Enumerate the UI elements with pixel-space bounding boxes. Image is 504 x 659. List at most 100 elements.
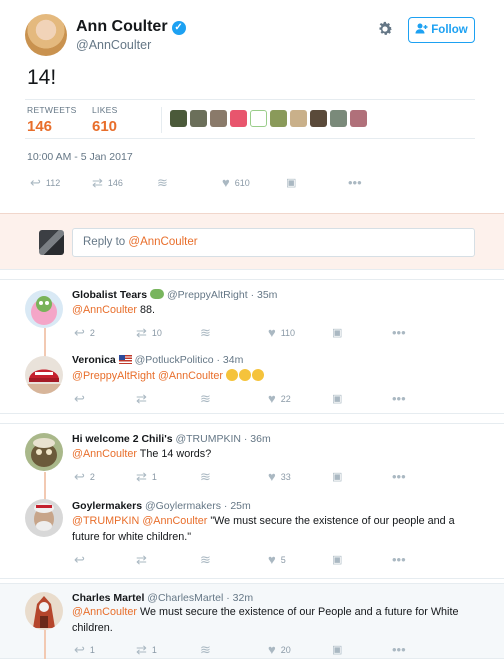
retweet-action[interactable]: ⇄ 146 [92,176,123,190]
author-avatar[interactable] [25,14,67,56]
more-action[interactable]: ••• [392,553,406,567]
author-handle[interactable]: @AnnCoulter [76,38,151,52]
reply-author-handle[interactable]: @Goylermakers [145,500,221,512]
frog-emoji-icon [150,289,165,299]
reply-author-handle[interactable]: @PreppyAltRight [167,289,248,301]
separator: · [223,500,228,512]
retweet-action[interactable]: ⇄ 1 [136,643,157,657]
more-action[interactable]: ••• [392,470,406,484]
reply-avatar[interactable] [25,290,63,328]
reply-avatar[interactable] [25,592,63,630]
retweet-action[interactable]: ⇄ [136,553,147,567]
likes-label: LIKES [92,105,118,115]
reply-time[interactable]: 35m [257,289,277,301]
retweet-action[interactable]: ⇄ [136,392,147,406]
like-action[interactable]: ♥ 110 [268,326,295,340]
liker-avatar[interactable] [330,110,347,127]
thread-line [44,630,46,659]
like-action[interactable]: ♥ 610 [222,176,250,190]
reply-time[interactable]: 36m [250,433,270,445]
reply-action[interactable]: ↩ [74,392,85,406]
reply-mention[interactable]: @AnnCoulter [72,304,137,316]
retweet-action[interactable]: ⇄ 10 [136,326,162,340]
reply-action[interactable]: ↩ 1 [74,643,95,657]
tweet-timestamp[interactable]: 10:00 AM - 5 Jan 2017 [27,151,133,163]
reply-count: 1 [89,645,95,655]
heart-icon: ♥ [268,469,276,484]
collection-action[interactable]: ≋ [200,643,211,657]
reply-time[interactable]: 25m [230,500,250,512]
reply-author-handle[interactable]: @CharlesMartel [147,592,223,604]
analytics-action[interactable]: ▣ [286,176,296,190]
gear-icon[interactable] [376,20,394,38]
more-action[interactable]: ••• [348,176,362,190]
reply-action[interactable]: ↩ 112 [30,176,60,190]
liker-avatar[interactable] [250,110,267,127]
reply-action[interactable]: ↩ 2 [74,326,95,340]
reply-author-name[interactable]: Hi welcome 2 Chili's [72,433,173,445]
retweet-action[interactable]: ⇄ 1 [136,470,157,484]
reply-author-handle[interactable]: @TRUMPKIN [175,433,241,445]
reply-author-name[interactable]: Goylermakers [72,500,142,512]
collection-action[interactable]: ≋ [200,553,211,567]
analytics-action[interactable]: ▣ [332,643,342,657]
heart-icon: ♥ [268,391,276,406]
laughing-emoji-icon [225,369,238,381]
reply-mention[interactable]: @AnnCoulter [72,606,137,618]
separator: · [226,592,230,604]
analytics-action[interactable]: ▣ [332,392,342,406]
reply-actions: ↩ 2 ⇄ 1 ≋ ♥ 33 ▣ ••• [74,470,474,484]
more-dots-icon: ••• [392,469,406,484]
liker-avatar[interactable] [270,110,287,127]
collection-action[interactable]: ≋ [200,392,211,406]
liker-avatar[interactable] [290,110,307,127]
tweet-page: Ann Coulter ✓ @AnnCoulter Follow 14! RETW… [0,0,504,659]
reply-author-name[interactable]: Veronica [72,354,116,366]
reply-action[interactable]: ↩ [74,553,85,567]
analytics-action[interactable]: ▣ [332,326,342,340]
reply-mention[interactable]: @PreppyAltRight @AnnCoulter [72,370,223,382]
like-action[interactable]: ♥ 5 [268,553,286,567]
liker-avatar[interactable] [310,110,327,127]
reply-input[interactable]: Reply to @AnnCoulter [72,228,475,257]
analytics-action[interactable]: ▣ [332,553,342,567]
likes-count: 610 [92,118,118,135]
reply-time[interactable]: 34m [223,354,243,366]
reply-avatar[interactable] [25,433,63,471]
liker-avatar[interactable] [230,110,247,127]
conversation: Charles Martel @CharlesMartel · 32m @Ann… [0,583,504,659]
liker-avatar[interactable] [190,110,207,127]
likes-stat[interactable]: LIKES 610 [92,105,118,135]
reply-text: @AnnCoulter 88. [72,302,482,318]
like-action[interactable]: ♥ 20 [268,643,291,657]
reply-avatar[interactable] [25,499,63,537]
more-action[interactable]: ••• [392,392,406,406]
more-action[interactable]: ••• [392,326,406,340]
reply-author-name[interactable]: Globalist Tears [72,289,147,301]
collection-action[interactable]: ≋ [200,470,211,484]
collection-action[interactable]: ≋ [200,326,211,340]
reply-actions: ↩ ⇄ ≋ ♥ 22 ▣ ••• [74,392,474,406]
liker-avatar[interactable] [170,110,187,127]
reply-mention[interactable]: @AnnCoulter [72,448,137,460]
collection-action[interactable]: ≋ [157,176,168,190]
follow-button-label: Follow [431,24,468,36]
retweets-stat[interactable]: RETWEETS 146 [27,105,77,135]
reply-action[interactable]: ↩ 2 [74,470,95,484]
reply-author-handle[interactable]: @PotluckPolitico [135,354,214,366]
separator: · [250,289,255,301]
reply-mention[interactable]: @TRUMPKIN @AnnCoulter [72,515,207,527]
follow-button[interactable]: Follow [408,17,475,43]
reply-author-name[interactable]: Charles Martel [72,592,144,604]
liker-avatar[interactable] [350,110,367,127]
like-action[interactable]: ♥ 22 [268,392,291,406]
author-name-text[interactable]: Ann Coulter [76,18,168,35]
author-name[interactable]: Ann Coulter ✓ [76,18,186,36]
more-action[interactable]: ••• [392,643,406,657]
reply-avatar[interactable] [25,356,63,394]
liker-avatar[interactable] [210,110,227,127]
reply-time[interactable]: 32m [233,592,253,604]
analytics-action[interactable]: ▣ [332,470,342,484]
reply-icon: ↩ [74,552,85,567]
like-action[interactable]: ♥ 33 [268,470,291,484]
